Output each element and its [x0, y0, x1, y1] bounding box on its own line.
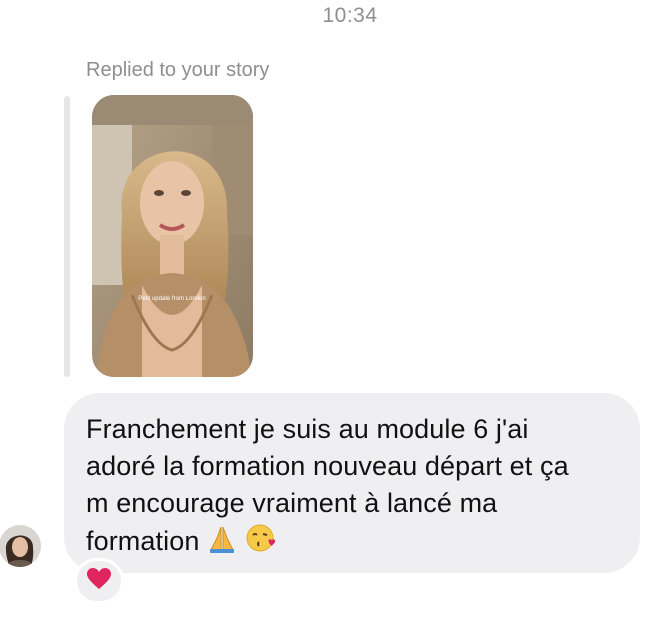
story-overlay-text: Petit update from London: [138, 296, 205, 302]
message-bubble[interactable]: Franchement je suis au module 6 j'ai ado…: [64, 393, 640, 573]
story-preview-image: Petit update from London: [92, 95, 253, 377]
red-heart-icon: [86, 567, 112, 596]
message-text: Franchement je suis au module 6 j'ai ado…: [86, 411, 616, 564]
story-thumbnail[interactable]: Petit update from London: [92, 95, 253, 377]
message-timestamp: 10:34: [322, 4, 378, 27]
dm-conversation: 10:34 Replied to your story Petit update…: [0, 0, 670, 624]
sender-avatar[interactable]: [0, 520, 42, 572]
reply-quote-bar: [64, 96, 70, 377]
message-body: Franchement je suis au module 6 j'ai ado…: [86, 414, 569, 556]
message-reaction[interactable]: [74, 558, 124, 604]
folded-hands-icon: [207, 524, 237, 564]
replied-to-story-label: Replied to your story: [86, 59, 270, 81]
face-blowing-kiss-icon: [245, 522, 277, 564]
